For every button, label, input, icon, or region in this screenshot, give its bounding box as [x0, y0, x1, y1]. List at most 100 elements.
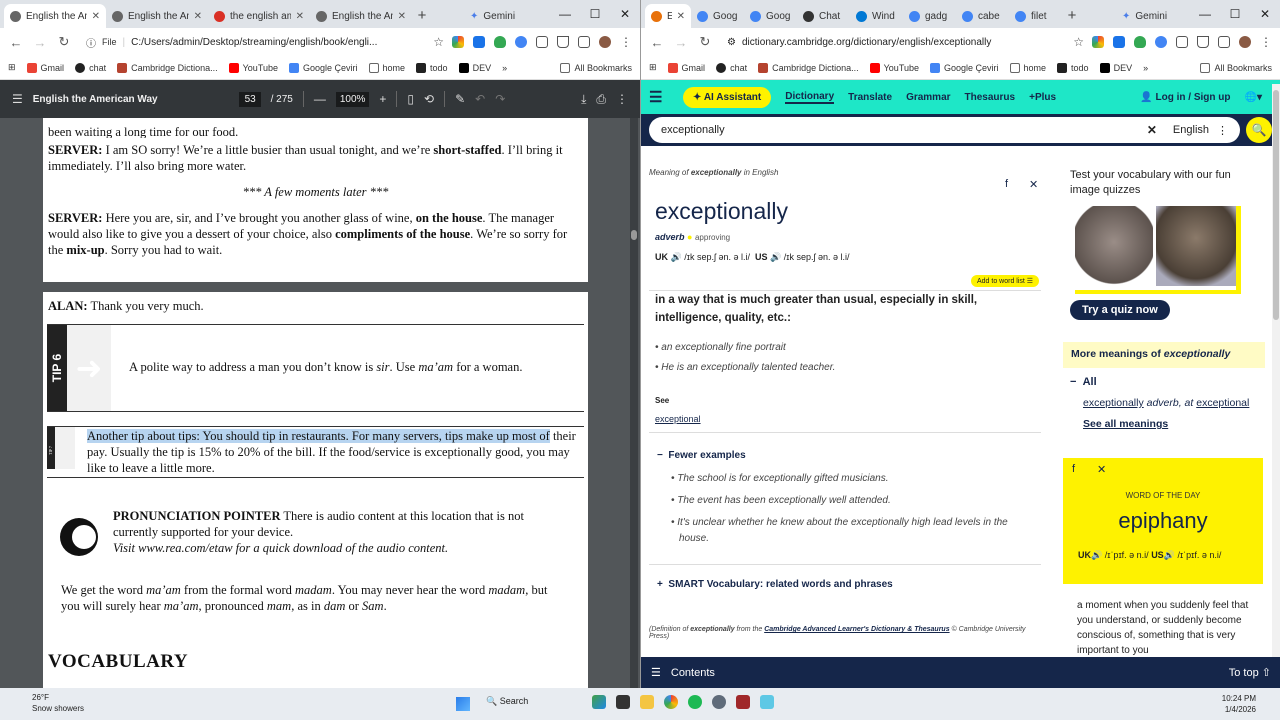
login-link[interactable]: 👤 Log in / Sign up	[1140, 92, 1230, 103]
puzzle-icon[interactable]	[536, 36, 548, 48]
undo-icon[interactable]: ↶	[475, 92, 485, 106]
nav-dictionary[interactable]: Dictionary	[785, 91, 835, 104]
ai-assistant-button[interactable]: ✦ AI Assistant	[683, 86, 772, 108]
bookmark-translate[interactable]: Google Çeviri	[289, 62, 358, 73]
page-scrollbar[interactable]	[1272, 84, 1280, 657]
language-options-icon[interactable]: ⋮	[1217, 124, 1228, 137]
search-query[interactable]: exceptionally	[661, 124, 1147, 136]
copilot-icon[interactable]	[592, 695, 606, 709]
apps-grid-icon[interactable]: ⊞	[8, 62, 16, 73]
x-share-icon[interactable]: ✕	[1097, 463, 1106, 476]
bookmark-chat[interactable]: chat	[75, 62, 106, 73]
shield-icon[interactable]	[494, 36, 506, 48]
all-bookmarks[interactable]: All Bookmarks	[560, 62, 632, 73]
forward-icon[interactable]: →	[32, 35, 48, 50]
scrollbar-thumb[interactable]	[631, 230, 637, 240]
print-icon[interactable]: ⎙	[596, 92, 606, 107]
new-tab-button[interactable]: +	[412, 4, 432, 28]
all-meanings-toggle[interactable]: − All	[1070, 376, 1097, 388]
to-top-link[interactable]: To top ⇧	[1229, 666, 1271, 679]
try-quiz-button[interactable]: Try a quiz now	[1070, 300, 1170, 320]
tab-7[interactable]: filet	[1009, 4, 1062, 28]
bookmark-gmail[interactable]: Gmail	[667, 62, 705, 73]
menu-icon[interactable]: ☰	[12, 92, 23, 106]
bookmark-dev[interactable]: DEV	[1099, 62, 1132, 73]
speaker-icon[interactable]: 🔊	[1164, 550, 1175, 560]
apps-grid-icon[interactable]: ⊞	[649, 62, 657, 73]
zoom-out-icon[interactable]: —	[314, 92, 326, 106]
back-icon[interactable]: ←	[649, 35, 665, 50]
contents-link[interactable]: Contents	[671, 667, 715, 679]
citation-link[interactable]: Cambridge Advanced Learner's Dictionary …	[764, 626, 949, 633]
forward-icon[interactable]: →	[673, 35, 689, 50]
meaning-link[interactable]: exceptional	[1196, 397, 1249, 409]
zoom-input[interactable]: 100%	[335, 91, 370, 107]
puzzle-icon[interactable]	[1176, 36, 1188, 48]
maximize-icon[interactable]: ☐	[580, 0, 610, 28]
address-bar[interactable]: ⓘ File | C:/Users/admin/Desktop/streamin…	[80, 31, 426, 53]
fit-page-icon[interactable]: ▯	[407, 92, 414, 106]
maximize-icon[interactable]: ☐	[1220, 0, 1250, 28]
meaning-link[interactable]: exceptionally	[1083, 397, 1144, 409]
shield-icon[interactable]	[1134, 36, 1146, 48]
wotd-word[interactable]: epiphany	[1063, 508, 1263, 534]
star-icon[interactable]: ☆	[433, 35, 444, 49]
see-link[interactable]: exceptional	[655, 414, 701, 424]
search-button-icon[interactable]: 🔍	[1246, 117, 1272, 143]
rotate-icon[interactable]: ⟲	[424, 92, 434, 106]
tab-3[interactable]: English the Am ✕	[310, 4, 412, 28]
add-to-word-list-button[interactable]: Add to word list ☰	[971, 275, 1040, 287]
pdf-viewport[interactable]: been waiting a long time for our food. S…	[0, 118, 640, 688]
tab-6[interactable]: cabe	[956, 4, 1009, 28]
bookmark-todo[interactable]: todo	[416, 62, 448, 73]
bookmark-youtube[interactable]: YouTube	[228, 62, 278, 73]
clear-search-icon[interactable]: ✕	[1147, 123, 1157, 137]
tab-5[interactable]: gadg	[903, 4, 956, 28]
gemini-button[interactable]: ✦ Gemini	[1122, 4, 1167, 28]
extension-icon[interactable]	[1092, 36, 1104, 48]
tab-0[interactable]: English the Am ✕	[4, 4, 106, 28]
extension-icon[interactable]	[515, 36, 527, 48]
smart-vocab-toggle[interactable]: + SMART Vocabulary: related words and ph…	[657, 579, 893, 590]
nav-grammar[interactable]: Grammar	[906, 92, 950, 103]
more-bookmarks-icon[interactable]: »	[1143, 63, 1148, 73]
close-icon[interactable]: ✕	[92, 11, 100, 22]
extension-icon[interactable]	[1113, 36, 1125, 48]
app-icon[interactable]	[736, 695, 750, 709]
avatar[interactable]	[599, 36, 611, 48]
facebook-icon[interactable]: f	[1005, 178, 1008, 190]
nav-translate[interactable]: Translate	[848, 92, 892, 103]
redo-icon[interactable]: ↷	[495, 92, 505, 106]
nav-thesaurus[interactable]: Thesaurus	[965, 92, 1016, 103]
close-window-icon[interactable]: ✕	[1250, 0, 1280, 28]
taskbar-search[interactable]: 🔍 Search	[486, 696, 586, 707]
star-icon[interactable]: ☆	[1073, 35, 1084, 49]
chrome-icon[interactable]	[664, 695, 678, 709]
see-all-meanings-link[interactable]: See all meanings	[1083, 418, 1168, 430]
reload-icon[interactable]: ↻	[697, 34, 713, 50]
close-window-icon[interactable]: ✕	[610, 0, 640, 28]
pdf-scrollbar[interactable]	[630, 118, 638, 688]
task-view-icon[interactable]	[616, 695, 630, 709]
tab-1[interactable]: English the Am ✕	[106, 4, 208, 28]
menu-icon[interactable]: ☰	[651, 666, 661, 679]
bookmark-manager-icon[interactable]	[557, 36, 569, 48]
tab-1[interactable]: Goog	[691, 4, 744, 28]
speaker-icon[interactable]: 🔊	[1091, 550, 1102, 560]
more-bookmarks-icon[interactable]: »	[502, 63, 507, 73]
spotify-icon[interactable]	[688, 695, 702, 709]
bookmark-dev[interactable]: DEV	[458, 62, 491, 73]
avatar[interactable]	[1239, 36, 1251, 48]
nav-plus[interactable]: +Plus	[1029, 92, 1056, 103]
close-icon[interactable]: ✕	[677, 11, 685, 22]
globe-icon[interactable]: 🌐▾	[1245, 92, 1262, 103]
new-tab-button[interactable]: +	[1062, 4, 1082, 28]
close-icon[interactable]: ✕	[194, 11, 202, 22]
address-bar[interactable]: ⚙ dictionary.cambridge.org/dictionary/en…	[721, 31, 1066, 53]
minimize-icon[interactable]: —	[1190, 0, 1220, 28]
fewer-examples-toggle[interactable]: − Fewer examples	[657, 450, 746, 461]
more-options-icon[interactable]: ⋮	[616, 92, 628, 106]
close-icon[interactable]: ✕	[296, 11, 304, 22]
notepad-icon[interactable]	[760, 695, 774, 709]
sidepanel-icon[interactable]	[1218, 36, 1230, 48]
